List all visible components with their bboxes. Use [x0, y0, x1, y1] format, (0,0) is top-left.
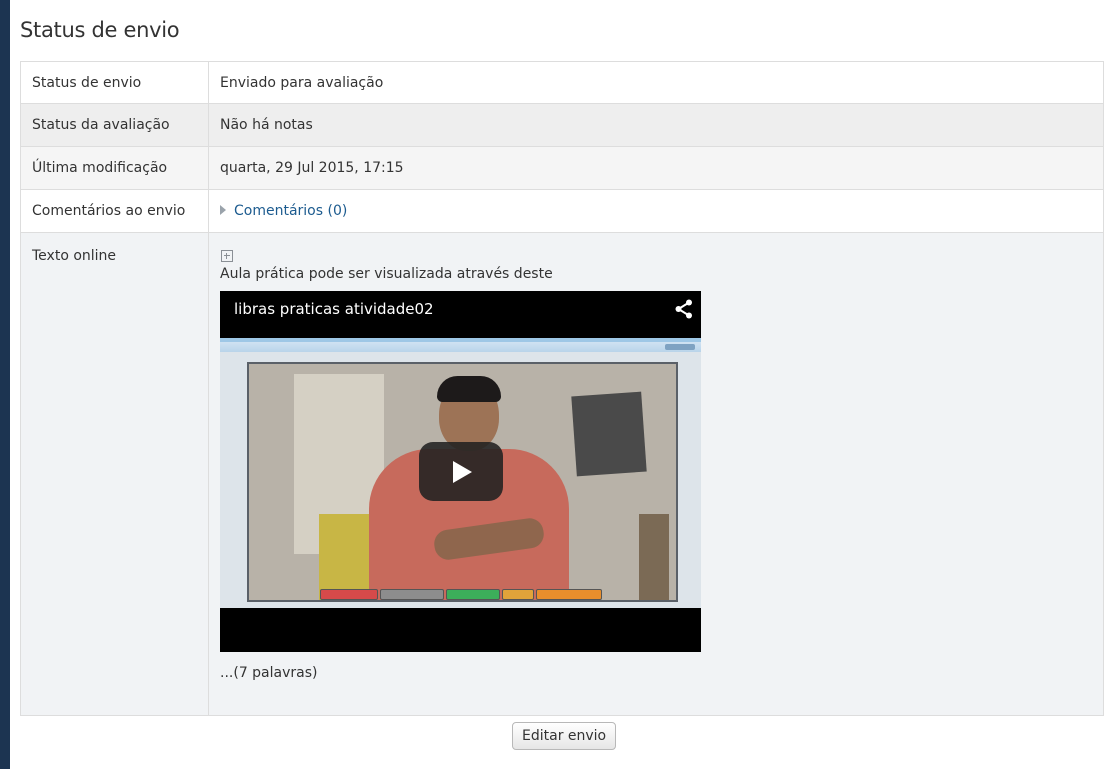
row-value: Aula prática pode ser visualizada atravé… [208, 232, 1104, 716]
table-row: Status da avaliação Não há notas [20, 103, 1104, 147]
person-hair-image [437, 376, 501, 402]
row-value: Não há notas [208, 103, 1104, 147]
row-label: Status da avaliação [20, 103, 209, 147]
submission-status-table: Status de envio Enviado para avaliação S… [20, 61, 1104, 716]
video-embed[interactable]: libras praticas atividade02 [220, 291, 701, 652]
expand-icon[interactable] [221, 250, 233, 262]
play-icon[interactable] [419, 442, 503, 501]
word-count: ...(7 palavras) [220, 665, 318, 681]
control-orange-icon [536, 589, 602, 600]
row-label: Texto online [20, 232, 209, 716]
row-label: Comentários ao envio [20, 189, 209, 233]
table-row: Texto online Aula prática pode ser visua… [20, 232, 1104, 716]
row-label: Última modificação [20, 146, 209, 190]
row-value: Comentários (0) [208, 189, 1104, 233]
collapsed-triangle-icon[interactable] [220, 205, 226, 215]
online-text: Aula prática pode ser visualizada atravé… [220, 266, 553, 282]
page-title: Status de envio [20, 18, 180, 42]
control-green-icon [446, 589, 500, 600]
row-value: Enviado para avaliação [208, 61, 1104, 104]
photo-collage-image [571, 391, 647, 477]
main-panel: Status de envio Status de envio Enviado … [10, 0, 1104, 769]
chair-image [639, 514, 669, 600]
table-row: Status de envio Enviado para avaliação [20, 61, 1104, 104]
row-value: quarta, 29 Jul 2015, 17:15 [208, 146, 1104, 190]
edit-submission-button[interactable]: Editar envio [512, 722, 617, 750]
row-label: Status de envio [20, 61, 209, 104]
control-grey-icon [380, 589, 444, 600]
thumbnail-window-bar [220, 342, 701, 352]
video-controls-strip [320, 589, 602, 600]
window-controls-icon [665, 344, 695, 350]
table-row: Comentários ao envio Comentários (0) [20, 189, 1104, 233]
control-red-icon [320, 589, 378, 600]
comments-link[interactable]: Comentários (0) [234, 203, 347, 219]
control-yellow-icon [502, 589, 534, 600]
share-icon[interactable] [675, 299, 693, 319]
table-row: Última modificação quarta, 29 Jul 2015, … [20, 146, 1104, 190]
video-title[interactable]: libras praticas atividade02 [234, 300, 434, 318]
